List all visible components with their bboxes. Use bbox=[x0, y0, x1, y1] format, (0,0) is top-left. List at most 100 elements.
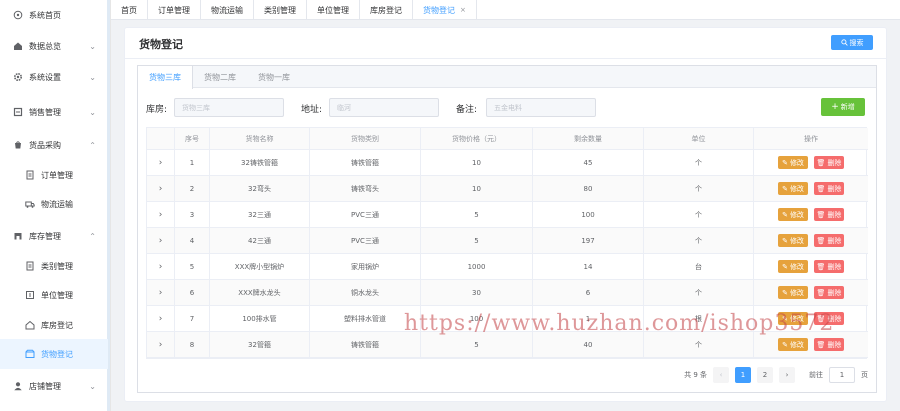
delete-button[interactable]: 🗑 删除 bbox=[814, 156, 844, 169]
goto-page-input[interactable]: 1 bbox=[829, 367, 855, 383]
sidebar-item-storehouse[interactable]: 库房登记 bbox=[0, 310, 108, 340]
search-icon bbox=[840, 39, 848, 46]
expand-icon[interactable]: › bbox=[147, 202, 175, 227]
delete-button-label: 删除 bbox=[827, 210, 842, 219]
watermark: https://www.huzhan.com/ishop3572 bbox=[404, 311, 835, 336]
page-suffix: 页 bbox=[861, 371, 868, 379]
chevron-down-icon: ⌄ bbox=[89, 107, 96, 117]
edit-button[interactable]: ✎ 修改 bbox=[778, 286, 808, 299]
goods-name: 42三通 bbox=[210, 228, 310, 253]
delete-button[interactable]: 🗑 删除 bbox=[814, 286, 844, 299]
warehouse-field[interactable]: 货物三库 bbox=[174, 98, 284, 117]
tab-logistics[interactable]: 物流运输 bbox=[201, 0, 254, 20]
edit-button[interactable]: ✎ 修改 bbox=[778, 156, 808, 169]
edit-button-label: 修改 bbox=[789, 262, 804, 271]
page-1-button[interactable]: 1 bbox=[735, 367, 751, 383]
sidebar-item-unit[interactable]: 单位管理 bbox=[0, 280, 108, 310]
tab-goods[interactable]: 货物登记 × bbox=[413, 0, 477, 20]
expand-icon[interactable]: › bbox=[147, 150, 175, 175]
sidebar-item-category[interactable]: 类别管理 bbox=[0, 251, 108, 281]
tab-storehouse[interactable]: 库房登记 bbox=[360, 0, 413, 20]
tab-warehouse-1[interactable]: 货物一库 bbox=[247, 66, 301, 88]
edit-icon: ✎ bbox=[782, 262, 788, 271]
search-button[interactable]: 搜索 bbox=[831, 35, 873, 50]
column-header: 剩余数量 bbox=[533, 128, 644, 149]
goods-unit: 个 bbox=[644, 202, 754, 227]
row-actions: ✎ 修改 🗑 删除 bbox=[754, 150, 868, 175]
add-button[interactable]: + 新增 bbox=[821, 98, 865, 116]
sidebar-item-purchase[interactable]: 货品采购 ⌃ bbox=[0, 130, 108, 160]
sidebar-item-label: 货品采购 bbox=[29, 140, 61, 150]
expand-icon[interactable]: › bbox=[147, 332, 175, 357]
sidebar-item-settings[interactable]: 系统设置 ⌄ bbox=[0, 62, 108, 92]
goods-category: 铸铁弯头 bbox=[310, 176, 421, 201]
expand-icon[interactable]: › bbox=[147, 228, 175, 253]
sidebar-item-dashboard[interactable]: 数据总览 ⌄ bbox=[0, 31, 108, 61]
edit-icon: ✎ bbox=[782, 236, 788, 245]
main-card: 货物登记 搜索 货物三库 货物二库 货物一库 库房: 货物三库 地址: 临河 备… bbox=[124, 27, 887, 402]
tab-label: 类别管理 bbox=[264, 5, 296, 15]
purchase-icon bbox=[13, 140, 23, 150]
sidebar-item-inventory[interactable]: 库存管理 ⌃ bbox=[0, 221, 108, 251]
goods-category: PVC三通 bbox=[310, 228, 421, 253]
category-icon bbox=[25, 261, 35, 271]
tab-label: 单位管理 bbox=[317, 5, 349, 15]
edit-icon: ✎ bbox=[782, 210, 788, 219]
truck-icon bbox=[25, 199, 35, 209]
sales-icon bbox=[13, 107, 23, 117]
order-icon bbox=[25, 170, 35, 180]
sidebar-item-goods[interactable]: 货物登记 bbox=[0, 339, 108, 369]
edit-button[interactable]: ✎ 修改 bbox=[778, 260, 808, 273]
expand-icon[interactable]: › bbox=[147, 176, 175, 201]
sidebar-item-home[interactable]: 系统首页 bbox=[0, 0, 108, 30]
expand-icon[interactable]: › bbox=[147, 306, 175, 331]
delete-button[interactable]: 🗑 删除 bbox=[814, 234, 844, 247]
column-header: 货物价格（元） bbox=[421, 128, 533, 149]
expand-icon[interactable]: › bbox=[147, 280, 175, 305]
delete-button[interactable]: 🗑 删除 bbox=[814, 338, 844, 351]
sidebar-item-orders[interactable]: 订单管理 bbox=[0, 160, 108, 190]
trash-icon: 🗑 bbox=[816, 184, 826, 193]
tab-home[interactable]: 首页 bbox=[111, 0, 148, 20]
tab-unit[interactable]: 单位管理 bbox=[307, 0, 360, 20]
table-row: › 4 42三通 PVC三通 5 197 个 ✎ 修改 🗑 删除 bbox=[147, 228, 868, 254]
next-page-button[interactable]: › bbox=[779, 367, 795, 383]
remark-field[interactable]: 五金电料 bbox=[486, 98, 596, 117]
goods-name: 100排水管 bbox=[210, 306, 310, 331]
delete-button[interactable]: 🗑 删除 bbox=[814, 182, 844, 195]
gear-icon bbox=[13, 72, 23, 82]
delete-button[interactable]: 🗑 删除 bbox=[814, 208, 844, 221]
tab-warehouse-2[interactable]: 货物二库 bbox=[193, 66, 247, 88]
page-2-button[interactable]: 2 bbox=[757, 367, 773, 383]
edit-button[interactable]: ✎ 修改 bbox=[778, 208, 808, 221]
goods-unit: 台 bbox=[644, 254, 754, 279]
sidebar-item-logistics[interactable]: 物流运输 bbox=[0, 189, 108, 219]
sidebar-item-label: 数据总览 bbox=[29, 41, 61, 51]
goods-unit: 个 bbox=[644, 150, 754, 175]
edit-button[interactable]: ✎ 修改 bbox=[778, 182, 808, 195]
pagination: 共 9 条 ‹ 1 2 › 前往 1 页 bbox=[684, 367, 868, 383]
column-header: 操作 bbox=[804, 134, 818, 143]
delete-button[interactable]: 🗑 删除 bbox=[814, 260, 844, 273]
address-field[interactable]: 临河 bbox=[329, 98, 439, 117]
sidebar-item-sales[interactable]: 销售管理 ⌄ bbox=[0, 97, 108, 127]
page-title: 货物登记 bbox=[139, 38, 183, 51]
total-count: 共 9 条 bbox=[684, 371, 707, 379]
expand-icon[interactable]: › bbox=[147, 254, 175, 279]
edit-button[interactable]: ✎ 修改 bbox=[778, 338, 808, 351]
sidebar-item-shop[interactable]: 店铺管理 ⌄ bbox=[0, 371, 108, 401]
goods-price: 10 bbox=[421, 150, 533, 175]
delete-button-label: 删除 bbox=[827, 340, 842, 349]
goto-label: 前往 bbox=[809, 371, 823, 379]
goods-unit: 个 bbox=[644, 228, 754, 253]
tab-category[interactable]: 类别管理 bbox=[254, 0, 307, 20]
close-icon[interactable]: × bbox=[460, 6, 466, 14]
goods-price: 1000 bbox=[421, 254, 533, 279]
table-row: › 5 XXX牌小型锅炉 家用锅炉 1000 14 台 ✎ 修改 🗑 删除 bbox=[147, 254, 868, 280]
tab-orders[interactable]: 订单管理 bbox=[148, 0, 201, 20]
sidebar-item-label: 销售管理 bbox=[29, 107, 61, 117]
edit-button[interactable]: ✎ 修改 bbox=[778, 234, 808, 247]
goods-icon bbox=[25, 349, 35, 359]
prev-page-button[interactable]: ‹ bbox=[713, 367, 729, 383]
tab-warehouse-3[interactable]: 货物三库 bbox=[138, 66, 193, 89]
